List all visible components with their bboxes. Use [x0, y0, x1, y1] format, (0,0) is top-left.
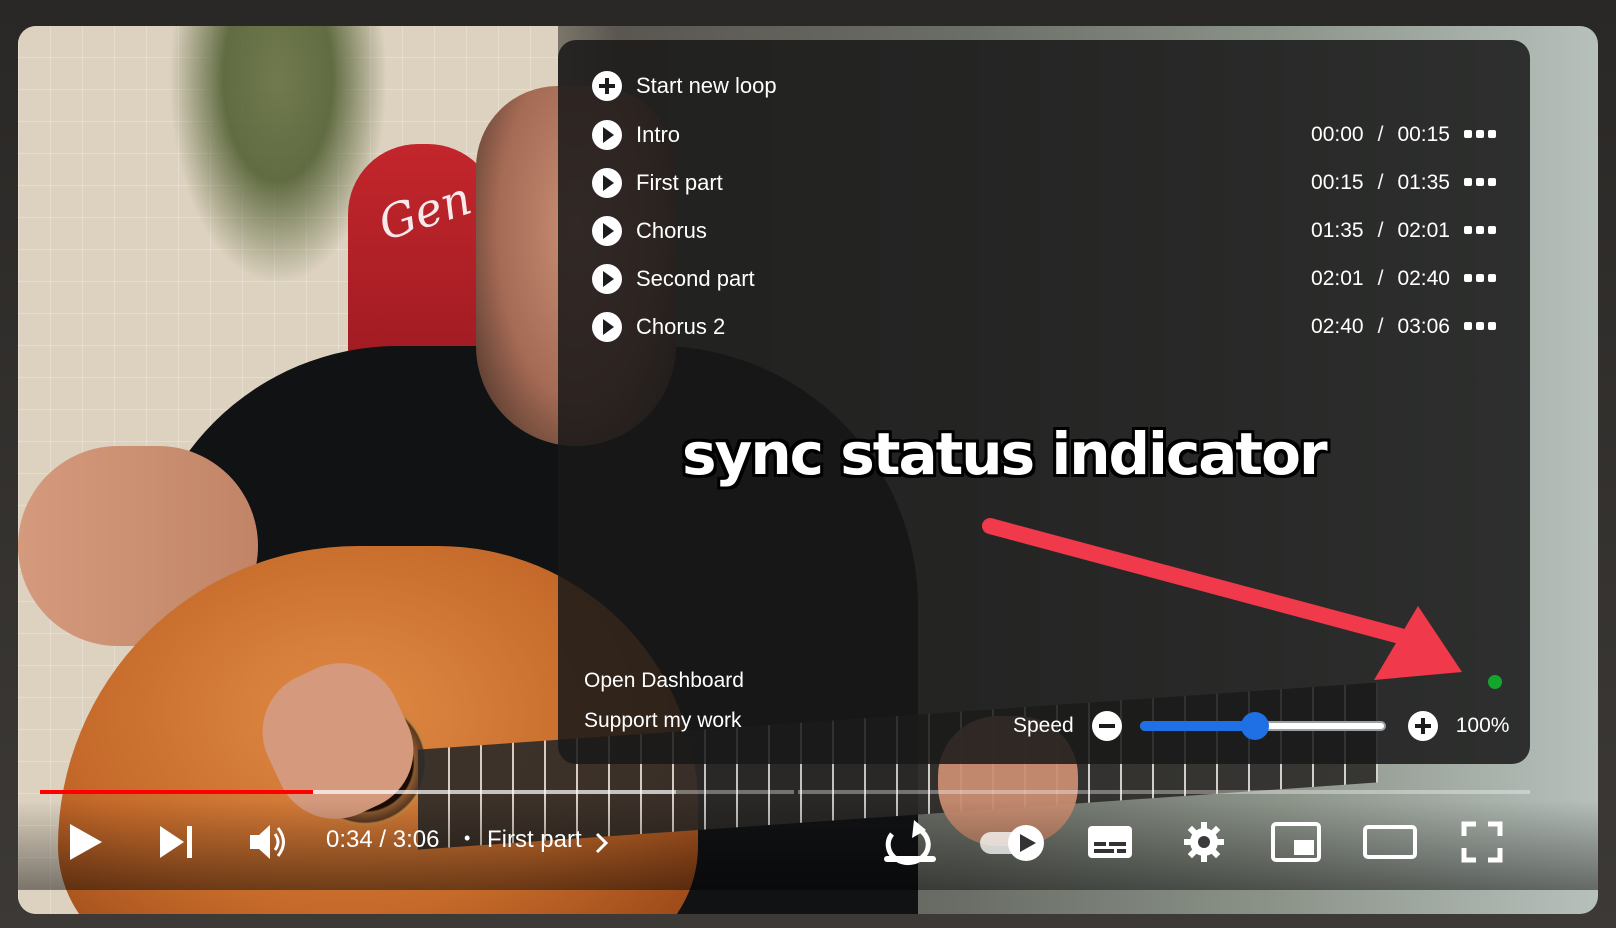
speed-decrease-icon[interactable]: [1091, 711, 1122, 741]
speed-value: 100%: [1455, 714, 1510, 737]
loop-end: 02:40: [1397, 267, 1450, 290]
speed-label: Speed: [1013, 714, 1074, 737]
more-options-icon[interactable]: [1464, 319, 1498, 333]
loop-end: 03:06: [1397, 315, 1450, 338]
progress-bar[interactable]: [40, 790, 1530, 794]
sync-status-indicator: [1488, 675, 1502, 689]
chevron-right-icon[interactable]: [592, 830, 612, 856]
more-options-icon[interactable]: [1464, 127, 1498, 141]
plus-circle-icon: [592, 71, 622, 101]
loop-end: 02:01: [1397, 219, 1450, 242]
time-separator: /: [1377, 315, 1384, 338]
chapter-segment[interactable]: [798, 790, 1530, 794]
time-display: 0:34 / 3:06: [326, 826, 440, 853]
loop-times: 00:15 / 01:35: [1311, 165, 1450, 201]
chapter-bullet: •: [464, 828, 471, 848]
loop-start: 01:35: [1311, 219, 1364, 242]
play-circle-icon[interactable]: [592, 216, 622, 246]
loop-item[interactable]: Intro 00:00 / 00:15: [592, 117, 1498, 153]
screenshot-frame: Gen Start new loop Intro 00:00 / 00:15 F…: [0, 0, 1616, 928]
played-bar: [40, 790, 313, 794]
loop-name: Second part: [636, 266, 755, 291]
chapter-title: First part: [486, 826, 582, 853]
time-separator: /: [1377, 171, 1384, 194]
loop-times: 02:40 / 03:06: [1311, 309, 1450, 345]
loop-times: 02:01 / 02:40: [1311, 261, 1450, 297]
time-separator: /: [1377, 267, 1384, 290]
open-dashboard-link[interactable]: Open Dashboard: [584, 668, 744, 708]
start-new-loop-label: Start new loop: [636, 73, 777, 98]
subtitles-icon[interactable]: [1086, 822, 1134, 862]
loop-end: 00:15: [1397, 123, 1450, 146]
loop-name: Chorus: [636, 218, 707, 243]
play-circle-icon[interactable]: [592, 264, 622, 294]
fullscreen-icon[interactable]: [1460, 820, 1504, 864]
more-options-icon[interactable]: [1464, 223, 1498, 237]
speed-increase-icon[interactable]: [1407, 711, 1438, 741]
loop-start: 02:01: [1311, 267, 1364, 290]
speed-control: Speed 100%: [1013, 708, 1509, 744]
annotation-caption: sync status indicator: [682, 420, 1328, 488]
next-icon[interactable]: [156, 822, 200, 862]
chapter-button[interactable]: • First part: [464, 826, 582, 854]
time-separator: /: [1377, 123, 1384, 146]
start-new-loop-button[interactable]: Start new loop: [592, 68, 1498, 104]
time-separator: /: [1377, 219, 1384, 242]
loop-name: Chorus 2: [636, 314, 726, 339]
speed-slider-thumb[interactable]: [1241, 712, 1270, 740]
loop-item[interactable]: Second part 02:01 / 02:40: [592, 261, 1498, 297]
loop-item[interactable]: First part 00:15 / 01:35: [592, 165, 1498, 201]
loop-start: 00:15: [1311, 171, 1364, 194]
more-options-icon[interactable]: [1464, 271, 1498, 285]
play-icon[interactable]: [64, 820, 108, 864]
loop-start: 00:00: [1311, 123, 1364, 146]
loop-times: 01:35 / 02:01: [1311, 213, 1450, 249]
speed-slider-fill: [1139, 721, 1256, 731]
loop-item[interactable]: Chorus 01:35 / 02:01: [592, 213, 1498, 249]
theater-mode-icon[interactable]: [1362, 822, 1418, 862]
support-link[interactable]: Support my work: [584, 708, 744, 748]
more-options-icon[interactable]: [1464, 175, 1498, 189]
volume-icon[interactable]: [246, 820, 290, 864]
play-circle-icon[interactable]: [592, 120, 622, 150]
play-circle-icon[interactable]: [592, 168, 622, 198]
settings-gear-icon[interactable]: [1182, 820, 1226, 864]
loop-name: First part: [636, 170, 723, 195]
loop-item[interactable]: Chorus 2 02:40 / 03:06: [592, 309, 1498, 345]
loop-name: Intro: [636, 122, 681, 147]
loop-end: 01:35: [1397, 171, 1450, 194]
loop-times: 00:00 / 00:15: [1311, 117, 1450, 153]
miniplayer-icon[interactable]: [1270, 820, 1322, 864]
loop-panel: Start new loop Intro 00:00 / 00:15 First…: [558, 40, 1530, 764]
loop-start: 02:40: [1311, 315, 1364, 338]
loop-icon[interactable]: [880, 816, 944, 868]
autoplay-toggle-icon[interactable]: [978, 822, 1050, 864]
speed-slider[interactable]: [1139, 712, 1390, 740]
play-circle-icon[interactable]: [592, 312, 622, 342]
panel-links: Open Dashboard Support my work: [584, 668, 744, 748]
